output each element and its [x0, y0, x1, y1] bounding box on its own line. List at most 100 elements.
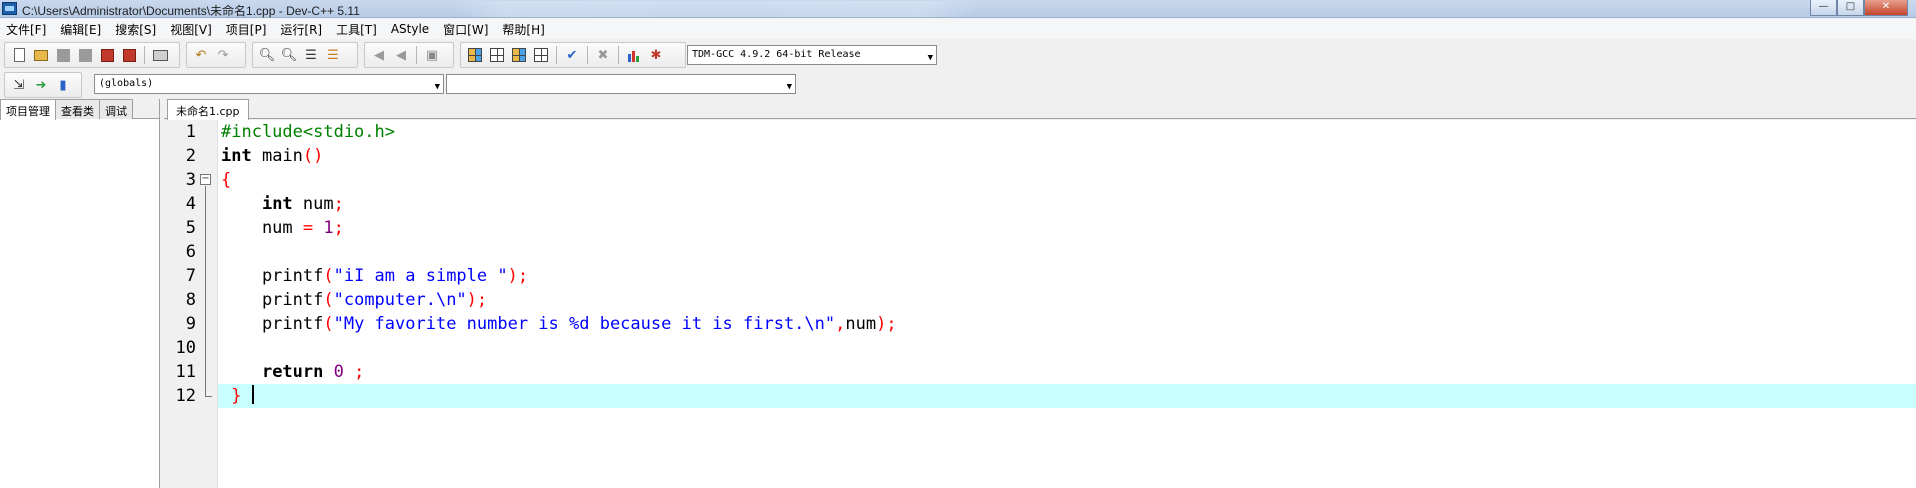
indent-button[interactable]: ☰ [301, 45, 321, 65]
close-file-button[interactable] [97, 45, 117, 65]
menu-run[interactable]: 运行[R] [280, 21, 322, 38]
main-toolbar: ↶ ↷ 🔍︎ 🔍︎ ☰ ☰ ◀ ◀ ▣ ✔ ✖ ✱ TDM-GCC 4.9.2 … [0, 40, 1916, 70]
chevron-down-icon: ▼ [434, 82, 440, 92]
save-all-button[interactable] [75, 45, 95, 65]
function-call: printf [221, 314, 324, 334]
symbol: ( [323, 266, 334, 286]
identifier: num [292, 194, 334, 214]
replace-button[interactable]: 🔍︎ [279, 45, 299, 65]
back-arrow-icon: ◀ [374, 47, 384, 63]
save-icon [56, 48, 70, 62]
fold-guide-line [205, 186, 206, 396]
project-panel-tabs: 项目管理 查看类 调试 [0, 99, 159, 120]
menu-project[interactable]: 项目[P] [226, 21, 267, 38]
bug-icon: ✱ [650, 47, 662, 63]
compile-run-button[interactable] [509, 45, 529, 65]
line-number: 3 [185, 170, 196, 190]
bookmark-icon: ▣ [425, 47, 439, 63]
open-folder-icon [34, 49, 48, 61]
profile-button[interactable] [624, 45, 644, 65]
editor-tab-bar: 未命名1.cpp [164, 99, 1916, 120]
symbol: () [302, 146, 324, 166]
undo-button[interactable]: ↶ [191, 45, 211, 65]
chevron-down-icon: ▼ [786, 82, 792, 92]
member-combo[interactable]: ▼ [446, 74, 796, 94]
line-number: 8 [185, 290, 196, 310]
tab-project-manager[interactable]: 项目管理 [0, 99, 56, 120]
unindent-button[interactable]: ☰ [323, 45, 343, 65]
line-number: 9 [185, 314, 196, 334]
run-button[interactable] [487, 45, 507, 65]
tab-class-browser[interactable]: 查看类 [55, 99, 100, 119]
menu-file[interactable]: 文件[F] [6, 21, 46, 38]
editor-tab-file[interactable]: 未命名1.cpp [167, 99, 249, 120]
menu-window[interactable]: 窗口[W] [443, 21, 488, 38]
compiler-select[interactable]: TDM-GCC 4.9.2 64-bit Release ▼ [687, 45, 937, 65]
menu-edit[interactable]: 编辑[E] [60, 21, 101, 38]
undo-icon: ↶ [195, 47, 207, 63]
menu-help[interactable]: 帮助[H] [502, 21, 544, 38]
number-literal: 1 [313, 218, 334, 238]
open-brace: { [221, 170, 232, 190]
code-editor[interactable]: 1 2 3 4 5 6 7 8 9 10 11 12 − #include<st… [164, 120, 1916, 488]
code-line-3: { [221, 168, 231, 192]
window-title: C:\Users\Administrator\Documents\未命名1.cp… [22, 4, 360, 18]
compile-button[interactable] [465, 45, 485, 65]
number-literal: 0 [323, 362, 344, 382]
new-file-button[interactable] [9, 45, 29, 65]
symbol: ; [333, 194, 344, 214]
stop-button[interactable]: ✖ [593, 45, 613, 65]
back-button[interactable]: ◀ [369, 45, 389, 65]
scope-combo-value: (globals) [99, 78, 154, 89]
new-file-icon [13, 48, 25, 62]
debug-button[interactable]: ✱ [646, 45, 666, 65]
redo-button[interactable]: ↷ [213, 45, 233, 65]
menu-view[interactable]: 视图[V] [170, 21, 212, 38]
close-button[interactable]: ✕ [1864, 0, 1908, 16]
rebuild-button[interactable] [531, 45, 551, 65]
menu-search[interactable]: 搜索[S] [115, 21, 156, 38]
fold-collapse-icon[interactable]: − [200, 174, 211, 185]
goto-button[interactable]: ➜ [31, 75, 51, 95]
title-bar: C:\Users\Administrator\Documents\未命名1.cp… [0, 0, 1916, 18]
maximize-button[interactable]: □ [1837, 0, 1864, 16]
symbol: ; [333, 218, 344, 238]
find-button[interactable]: 🔍︎ [257, 45, 277, 65]
line-number: 1 [185, 122, 196, 142]
line-number: 4 [185, 194, 196, 214]
toolbar-separator [587, 46, 588, 64]
close-all-button[interactable] [119, 45, 139, 65]
code-line-2: int main() [221, 144, 323, 168]
replace-icon: 🔍︎ [280, 47, 298, 63]
toggle-bookmark-button[interactable]: ▮ [53, 75, 73, 95]
keyword: int [221, 146, 252, 166]
syntax-check-button[interactable]: ✔ [562, 45, 582, 65]
bar-chart-icon [627, 48, 641, 62]
toolbar-separator [416, 46, 417, 64]
toolbar-separator [144, 46, 145, 64]
close-brace: } [231, 386, 242, 406]
identifier: main [251, 146, 303, 166]
devcpp-window: C:\Users\Administrator\Documents\未命名1.cp… [0, 0, 1916, 488]
tab-debug[interactable]: 调试 [99, 99, 133, 119]
fold-end-marker [205, 396, 212, 397]
forward-button[interactable]: ◀ [391, 45, 411, 65]
menu-astyle[interactable]: AStyle [391, 22, 429, 36]
scope-combo[interactable]: (globals) ▼ [94, 74, 444, 94]
find-icon: 🔍︎ [258, 47, 276, 63]
menu-tools[interactable]: 工具[T] [336, 21, 377, 38]
code-line-8: printf("computer.\n"); [221, 288, 487, 312]
insert-button[interactable]: ⇲ [9, 75, 29, 95]
print-button[interactable] [150, 45, 170, 65]
save-button[interactable] [53, 45, 73, 65]
bookmark-button[interactable]: ▣ [422, 45, 442, 65]
window-controls: — □ ✕ [1810, 0, 1908, 16]
open-file-button[interactable] [31, 45, 51, 65]
symbol: ; [343, 362, 365, 382]
code-line-5: num = 1; [221, 216, 344, 240]
toolbar-separator [556, 46, 557, 64]
code-line-11: return 0 ; [221, 360, 364, 384]
minimize-button[interactable]: — [1810, 0, 1837, 16]
